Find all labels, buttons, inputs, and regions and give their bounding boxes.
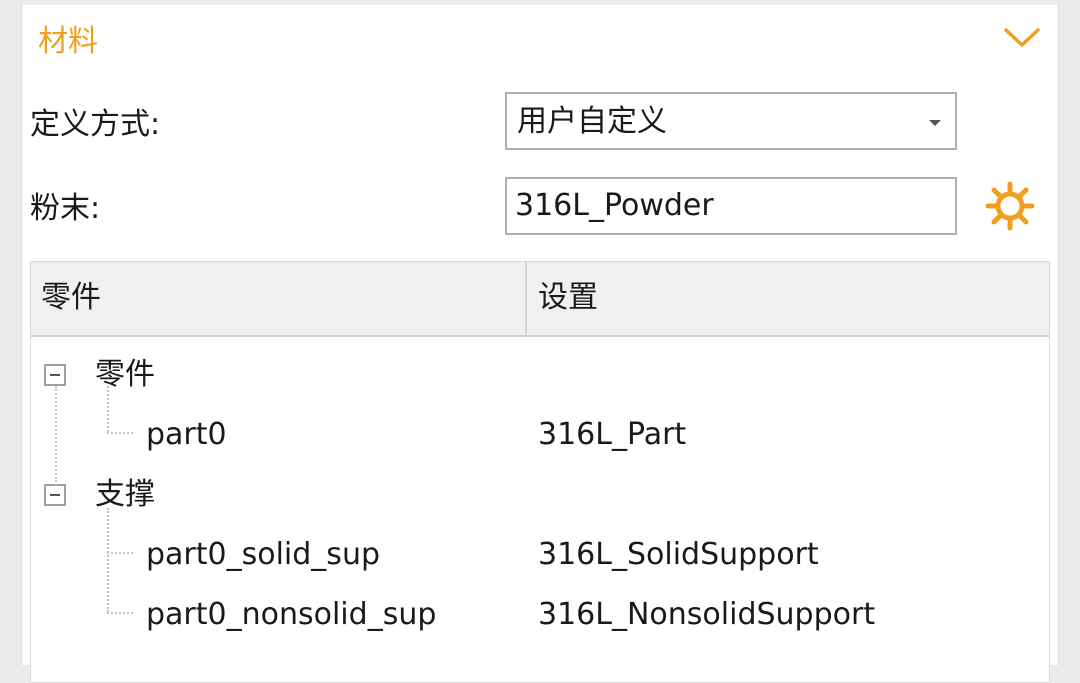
part-setting: 316L_Part bbox=[538, 417, 687, 452]
part-setting: 316L_NonsolidSupport bbox=[538, 597, 876, 632]
column-header-part[interactable]: 零件 bbox=[41, 278, 101, 318]
table-row[interactable]: part0 316L_Part bbox=[31, 402, 1049, 462]
table-row[interactable]: part0_nonsolid_sup 316L_NonsolidSupport bbox=[31, 582, 1049, 642]
powder-field[interactable]: 316L_Powder bbox=[505, 177, 957, 235]
materials-panel: 材料 定义方式: 用户自定义 粉末: 316L_Powder 零件 设置 零件 … bbox=[21, 5, 1059, 683]
powder-label: 粉末: bbox=[30, 191, 101, 226]
collapse-icon[interactable] bbox=[44, 484, 66, 506]
material-table: 零件 设置 零件 part0 316L_Part 支撑 part0_solid_… bbox=[30, 261, 1050, 683]
group-label: 支撑 bbox=[95, 477, 155, 512]
dropdown-arrow-icon[interactable] bbox=[929, 120, 941, 126]
column-header-setting[interactable]: 设置 bbox=[538, 278, 598, 318]
column-divider[interactable] bbox=[525, 262, 527, 335]
definition-select-value: 用户自定义 bbox=[517, 104, 667, 139]
section-title[interactable]: 材料 bbox=[38, 22, 98, 62]
tree-group-row[interactable]: 零件 bbox=[31, 342, 1049, 402]
collapse-icon[interactable] bbox=[44, 364, 66, 386]
tree-group-row[interactable]: 支撑 bbox=[31, 462, 1049, 522]
definition-select[interactable]: 用户自定义 bbox=[505, 92, 957, 150]
part-name: part0 bbox=[146, 417, 227, 452]
table-header: 零件 设置 bbox=[31, 262, 1049, 337]
table-row[interactable]: part0_solid_sup 316L_SolidSupport bbox=[31, 522, 1049, 582]
chevron-down-icon[interactable] bbox=[1003, 27, 1041, 49]
part-name: part0_nonsolid_sup bbox=[146, 597, 437, 632]
part-setting: 316L_SolidSupport bbox=[538, 537, 819, 572]
gear-icon[interactable] bbox=[984, 180, 1036, 232]
part-name: part0_solid_sup bbox=[146, 537, 380, 572]
definition-label: 定义方式: bbox=[30, 107, 161, 142]
group-label: 零件 bbox=[95, 357, 155, 392]
